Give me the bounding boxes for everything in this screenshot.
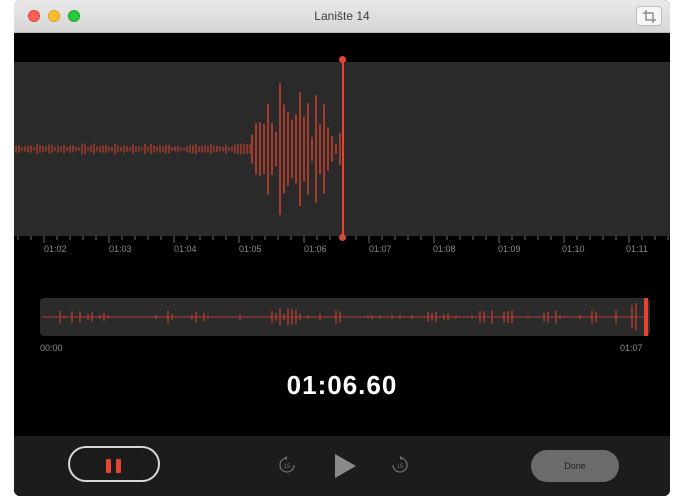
overview-start-time: 00:00 [40,343,63,353]
done-button[interactable]: Done [531,450,619,482]
skip-forward-15-icon[interactable]: 15 [391,456,409,474]
playhead[interactable] [342,60,344,238]
trim-button[interactable] [636,6,662,26]
voice-memo-window: Lanište 14 01:02 01:03 01:04 01:05 01:06… [14,0,670,496]
current-time: 01:06.60 [286,370,398,400]
ruler-tick-label: 01:09 [498,244,521,254]
play-icon[interactable] [333,453,357,479]
crop-icon [643,10,656,23]
skip-forward-label: 15 [397,464,404,470]
window-title: Lanište 14 [314,9,370,23]
pause-button[interactable] [68,446,160,482]
ruler-tick-label: 01:07 [369,244,392,254]
pause-icon [106,459,111,473]
playhead-top-handle[interactable] [339,56,346,63]
overview-end-time: 01:07 [620,343,643,353]
ruler-tick-label: 01:10 [562,244,585,254]
skip-back-15-icon[interactable]: 15 [278,456,296,474]
playback-controls: 15 15 Done [14,436,670,496]
ruler-tick-label: 01:11 [626,244,648,254]
overview-waveform [42,298,648,336]
ruler-tick-label: 01:05 [239,244,262,254]
pause-icon [116,459,121,473]
overview-position-marker[interactable] [644,298,648,336]
skip-back-label: 15 [284,464,291,470]
time-ruler: 01:02 01:03 01:04 01:05 01:06 01:07 01:0… [14,236,670,258]
ruler-tick-label: 01:06 [304,244,327,254]
ruler-tick-label: 01:03 [109,244,132,254]
waveform-overview[interactable] [40,298,650,336]
ruler-tick-label: 01:02 [44,244,67,254]
ruler-ticks [17,236,669,243]
ruler-tick-label: 01:04 [174,244,197,254]
title-bar: Lanište 14 [14,0,670,33]
ruler-tick-label: 01:08 [433,244,456,254]
